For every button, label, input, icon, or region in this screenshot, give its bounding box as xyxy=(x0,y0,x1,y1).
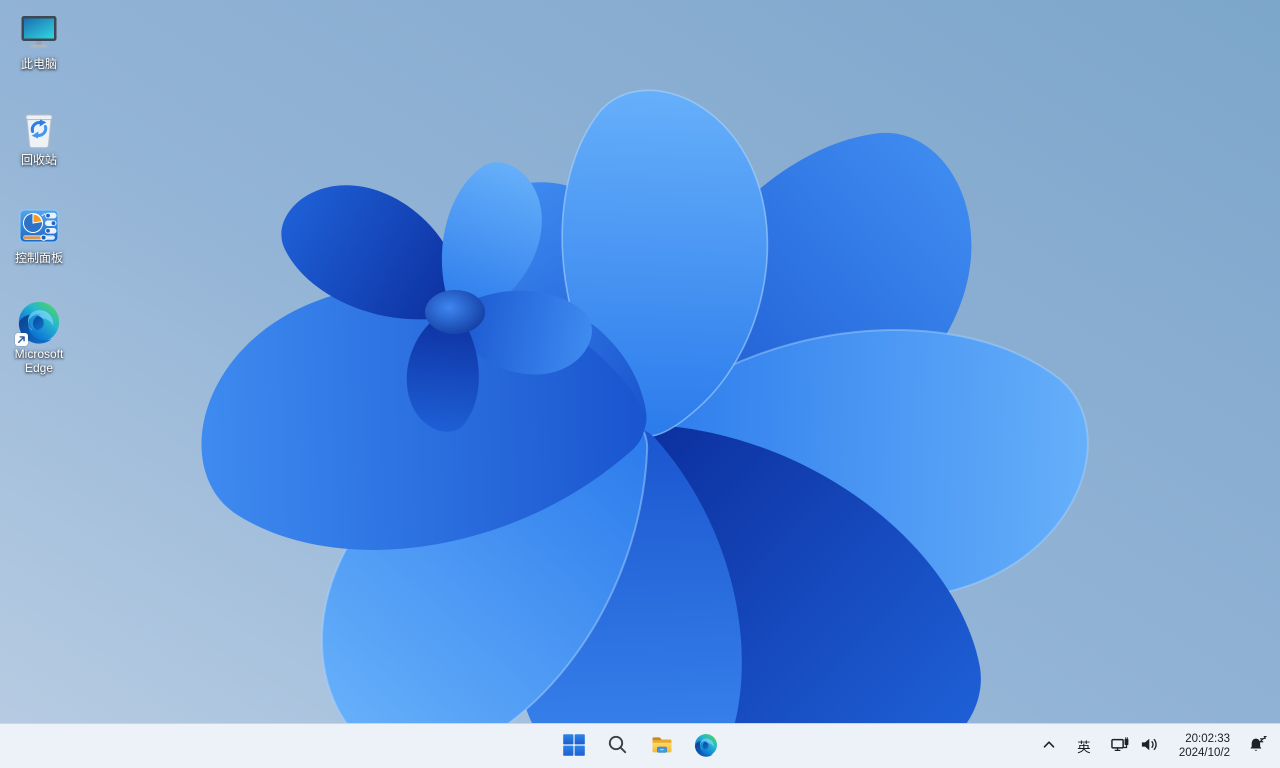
edge-logo-icon xyxy=(15,300,61,346)
edge-logo-icon xyxy=(694,733,718,760)
desktop-icon-microsoft-edge[interactable]: Microsoft Edge xyxy=(1,298,77,377)
bell-do-not-disturb-icon xyxy=(1248,736,1267,756)
folder-icon xyxy=(650,733,674,760)
windows-start-icon xyxy=(562,733,586,760)
desktop-icon-label: 控制面板 xyxy=(14,251,63,265)
file-explorer-button[interactable] xyxy=(642,726,682,766)
desktop[interactable]: 此电脑 回收站 控制面板 Microsoft Edge xyxy=(0,0,1280,768)
tray-hidden-icons-button[interactable] xyxy=(1035,727,1063,765)
shortcut-arrow-icon xyxy=(15,333,28,346)
chevron-up-icon xyxy=(1041,737,1057,756)
desktop-icon-label: 回收站 xyxy=(20,153,57,167)
search-icon xyxy=(606,733,630,760)
wallpaper-windows11-bloom xyxy=(0,0,1280,768)
recycle-bin-icon xyxy=(17,106,61,150)
network-button[interactable] xyxy=(1107,727,1134,765)
clock-button[interactable]: 20:02:33 2024/10/2 xyxy=(1171,727,1238,765)
desktop-icon-control-panel[interactable]: 控制面板 xyxy=(1,202,77,267)
this-pc-monitor-icon xyxy=(17,10,61,54)
search-button[interactable] xyxy=(598,726,638,766)
clock-time: 20:02:33 xyxy=(1185,732,1230,745)
clock-date: 2024/10/2 xyxy=(1178,746,1230,759)
desktop-icon-this-pc[interactable]: 此电脑 xyxy=(1,8,77,73)
network-ethernet-icon xyxy=(1111,737,1130,755)
taskbar: 英 20:02:33 2024/10/2 xyxy=(0,723,1280,768)
control-panel-icon xyxy=(17,204,61,248)
ime-language-button[interactable]: 英 xyxy=(1069,727,1099,765)
desktop-icon-label: 此电脑 xyxy=(20,57,57,71)
notification-center-button[interactable] xyxy=(1240,727,1274,765)
volume-button[interactable] xyxy=(1136,727,1163,765)
desktop-icon-label: Microsoft Edge xyxy=(14,347,64,375)
desktop-icon-recycle-bin[interactable]: 回收站 xyxy=(1,104,77,169)
system-tray: 英 20:02:33 2024/10/2 xyxy=(1035,724,1274,768)
speaker-volume-icon xyxy=(1140,737,1159,755)
edge-button[interactable] xyxy=(686,726,726,766)
taskbar-center-buttons xyxy=(554,726,726,766)
start-button[interactable] xyxy=(554,726,594,766)
ime-language-label: 英 xyxy=(1077,740,1091,755)
